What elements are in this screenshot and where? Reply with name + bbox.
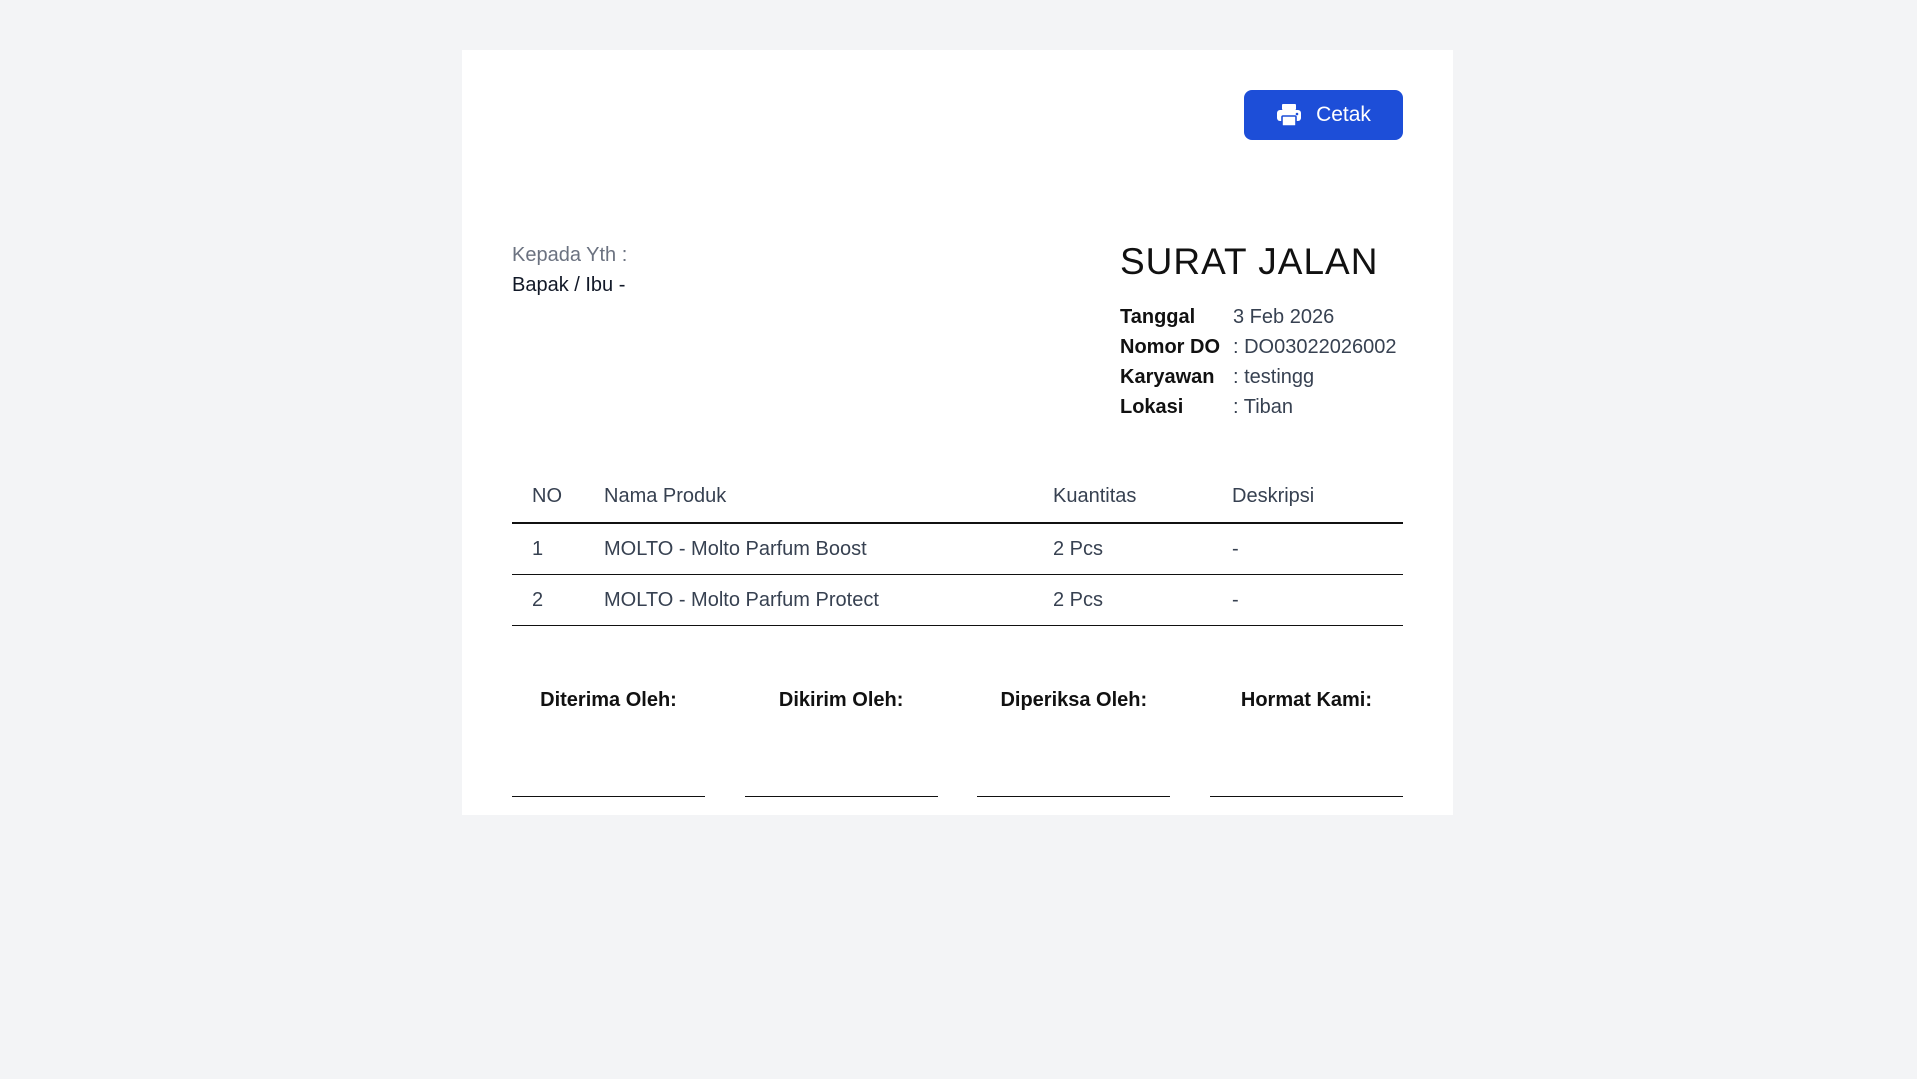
cell-product: MOLTO - Molto Parfum Boost bbox=[604, 523, 1053, 575]
column-header-no: NO bbox=[512, 470, 604, 524]
document-title: SURAT JALAN bbox=[1120, 241, 1379, 282]
cell-no: 1 bbox=[512, 523, 604, 575]
info-row-date: Tanggal 3 Feb 2026 bbox=[1120, 302, 1410, 332]
signature-checked: Diperiksa Oleh: bbox=[977, 685, 1171, 797]
signature-section: Diterima Oleh: Dikirim Oleh: Diperiksa O… bbox=[512, 685, 1403, 797]
column-header-description: Deskripsi bbox=[1232, 470, 1403, 524]
cell-quantity: 2 Pcs bbox=[1053, 574, 1232, 626]
signature-received: Diterima Oleh: bbox=[512, 685, 705, 797]
info-label: Tanggal bbox=[1120, 306, 1196, 328]
recipient-block: Kepada Yth : Bapak / Ibu - bbox=[512, 240, 627, 300]
signature-label: Diperiksa Oleh: bbox=[1000, 689, 1148, 711]
cell-description: - bbox=[1232, 523, 1403, 575]
recipient-label: Kepada Yth : bbox=[512, 244, 628, 266]
signature-sent: Dikirim Oleh: bbox=[744, 685, 938, 797]
signature-line bbox=[977, 796, 1171, 797]
print-button[interactable]: Cetak bbox=[1244, 90, 1403, 140]
signature-regards: Hormat Kami: bbox=[1209, 685, 1403, 797]
recipient-name: Bapak / Ibu - bbox=[512, 274, 626, 296]
signature-label: Diterima Oleh: bbox=[540, 689, 677, 711]
delivery-note-card: Cetak Kepada Yth : Bapak / Ibu - SURAT J… bbox=[462, 50, 1453, 815]
info-value: : testingg bbox=[1233, 366, 1315, 388]
table-row: 2 MOLTO - Molto Parfum Protect 2 Pcs - bbox=[512, 574, 1403, 626]
info-value: 3 Feb 2026 bbox=[1233, 306, 1335, 328]
info-value: : DO03022026002 bbox=[1233, 336, 1397, 358]
document-info: SURAT JALAN Tanggal 3 Feb 2026 Nomor DO … bbox=[1120, 238, 1410, 422]
signature-line bbox=[744, 796, 938, 797]
info-value: : Tiban bbox=[1233, 396, 1294, 418]
info-row-employee: Karyawan : testingg bbox=[1120, 362, 1410, 392]
info-row-do-number: Nomor DO : DO03022026002 bbox=[1120, 332, 1410, 362]
printer-icon bbox=[1276, 103, 1302, 127]
info-label: Nomor DO bbox=[1120, 336, 1220, 358]
cell-quantity: 2 Pcs bbox=[1053, 523, 1232, 575]
column-header-product: Nama Produk bbox=[604, 470, 1053, 524]
print-button-label: Cetak bbox=[1316, 103, 1371, 126]
signature-line bbox=[1209, 796, 1403, 797]
column-header-quantity: Kuantitas bbox=[1053, 470, 1232, 524]
table-header-row: NO Nama Produk Kuantitas Deskripsi bbox=[512, 470, 1403, 524]
cell-no: 2 bbox=[512, 574, 604, 626]
info-row-location: Lokasi : Tiban bbox=[1120, 392, 1410, 422]
table-row: 1 MOLTO - Molto Parfum Boost 2 Pcs - bbox=[512, 523, 1403, 575]
signature-label: Dikirim Oleh: bbox=[778, 689, 904, 711]
signature-line bbox=[512, 796, 705, 797]
cell-product: MOLTO - Molto Parfum Protect bbox=[604, 574, 1053, 626]
signature-label: Hormat Kami: bbox=[1240, 689, 1373, 711]
cell-description: - bbox=[1232, 574, 1403, 626]
items-table: NO Nama Produk Kuantitas Deskripsi 1 MOL… bbox=[512, 470, 1403, 626]
info-label: Lokasi bbox=[1120, 396, 1184, 418]
info-label: Karyawan bbox=[1120, 366, 1215, 388]
